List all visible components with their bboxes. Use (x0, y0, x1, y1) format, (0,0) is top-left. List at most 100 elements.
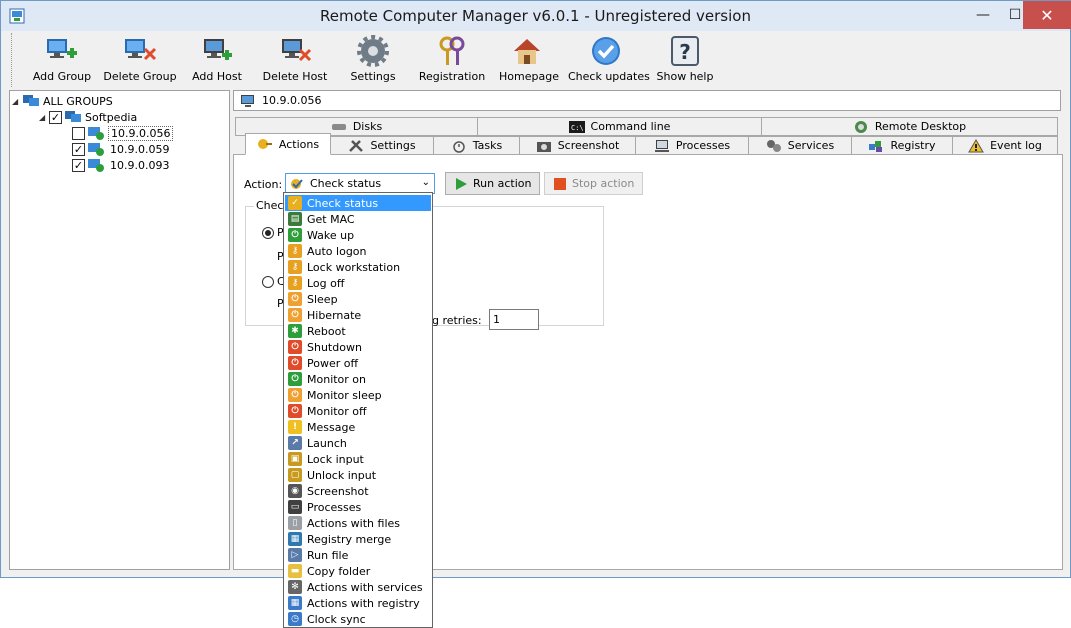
action-label: Action: (244, 178, 283, 191)
dropdown-option[interactable]: ▬ Copy folder (285, 563, 431, 579)
tab-command-line[interactable]: C:\ Command line (477, 117, 762, 136)
dropdown-option[interactable]: ◉ Screenshot (285, 483, 431, 499)
dropdown-option[interactable]: ✓ Check status (285, 195, 431, 211)
tree-root-item[interactable]: ◢ ALL GROUPS (12, 93, 113, 109)
add-group-label: Add Group (32, 70, 92, 83)
action-select[interactable]: Check status ⌄ (285, 173, 435, 194)
tab-processes[interactable]: Processes (635, 136, 749, 155)
run-action-button[interactable]: Run action (445, 172, 541, 195)
connect-radio[interactable] (262, 276, 274, 288)
tree-group-label: Softpedia (85, 110, 138, 124)
add-group-button[interactable]: Add Group (32, 35, 92, 87)
add-host-icon (204, 39, 232, 60)
delete-host-button[interactable]: Delete Host (262, 35, 328, 87)
dropdown-option-label: Auto logon (307, 244, 367, 258)
stop-action-button[interactable]: Stop action (544, 172, 644, 195)
tree-host-item[interactable]: 10.9.0.056 (72, 125, 174, 141)
lock-icon: ▣ (288, 452, 302, 466)
tab-settings[interactable]: Settings (330, 136, 434, 155)
dropdown-option-label: Check status (307, 196, 379, 210)
show-help-button[interactable]: ? Show help (656, 35, 714, 87)
delete-group-button[interactable]: Delete Group (103, 35, 177, 87)
host-checkbox[interactable]: ✓ (72, 142, 85, 156)
tab-tasks[interactable]: Tasks (433, 136, 520, 155)
remote-desktop-icon (854, 120, 867, 133)
play-icon (456, 177, 467, 190)
registration-button[interactable]: Registration (416, 35, 488, 87)
dropdown-option[interactable]: ⏻ Monitor off (285, 403, 431, 419)
dropdown-option[interactable]: ▣ Lock input (285, 451, 431, 467)
tab-services[interactable]: Services (748, 136, 852, 155)
dropdown-option-label: Screenshot (307, 484, 369, 498)
check-updates-button[interactable]: Check updates (568, 35, 650, 87)
file-icon: ▯ (288, 516, 302, 530)
dropdown-option-label: Log off (307, 276, 345, 290)
dropdown-option[interactable]: ✱ Reboot (285, 323, 431, 339)
processes-icon: ▭ (288, 500, 302, 514)
dropdown-option[interactable]: ⏻ Monitor on (285, 371, 431, 387)
add-host-button[interactable]: Add Host (190, 35, 244, 87)
gears-icon (766, 139, 781, 152)
tree-group-item[interactable]: ◢ ✓ Softpedia (39, 109, 137, 125)
dropdown-option[interactable]: ! Message (285, 419, 431, 435)
dropdown-option[interactable]: ⏻ Wake up (285, 227, 431, 243)
tab-remote-desktop[interactable]: Remote Desktop (761, 117, 1058, 136)
close-button[interactable]: ✕ (1023, 1, 1071, 29)
tab-actions[interactable]: Actions (245, 133, 331, 155)
homepage-button[interactable]: Homepage (499, 35, 559, 87)
retries-input[interactable]: 1 (489, 309, 539, 330)
dropdown-option[interactable]: ▢ Unlock input (285, 467, 431, 483)
run-action-label: Run action (473, 177, 532, 190)
dropdown-option[interactable]: ◷ Clock sync (285, 611, 431, 627)
power-icon: ⏻ (288, 388, 302, 402)
tree-host-item[interactable]: ✓ 10.9.0.093 (72, 157, 169, 173)
collapse-icon[interactable]: ◢ (39, 113, 49, 122)
dropdown-option[interactable]: ▷ Run file (285, 547, 431, 563)
processes-icon (654, 139, 669, 152)
dropdown-option[interactable]: ⚷ Lock workstation (285, 259, 431, 275)
delete-host-label: Delete Host (262, 70, 328, 83)
host-checkbox[interactable]: ✓ (72, 158, 85, 172)
tab-registry[interactable]: Registry (851, 136, 953, 155)
tab-label: Event log (990, 139, 1042, 152)
dropdown-option[interactable]: ⏻ Shutdown (285, 339, 431, 355)
dropdown-option[interactable]: ⏻ Sleep (285, 291, 431, 307)
app-window: Remote Computer Manager v6.0.1 - Unregis… (0, 0, 1071, 578)
tab-label: Disks (352, 120, 383, 133)
settings-button[interactable]: Settings (348, 35, 398, 87)
group-checkbox[interactable]: ✓ (49, 110, 62, 124)
minimize-button[interactable]: — (967, 1, 999, 29)
dropdown-option[interactable]: ⏻ Hibernate (285, 307, 431, 323)
dropdown-option[interactable]: ↗ Launch (285, 435, 431, 451)
dropdown-option[interactable]: ▯ Actions with files (285, 515, 431, 531)
dropdown-option[interactable]: ▤ Get MAC (285, 211, 431, 227)
ping-radio[interactable] (262, 227, 274, 239)
tab-label: Tasks (472, 139, 503, 152)
host-checkbox[interactable] (72, 126, 85, 140)
tab-event-log[interactable]: Event log (952, 136, 1058, 155)
dropdown-option[interactable]: ▭ Processes (285, 499, 431, 515)
tree-root-label: ALL GROUPS (43, 94, 113, 108)
dropdown-option[interactable]: ⚷ Auto logon (285, 243, 431, 259)
dropdown-option[interactable]: ⚷ Log off (285, 275, 431, 291)
power-icon: ⏻ (288, 404, 302, 418)
home-icon (514, 39, 540, 64)
tab-screenshot[interactable]: Screenshot (519, 136, 636, 155)
tree-host-label: 10.9.0.056 (108, 125, 174, 141)
tree-host-item[interactable]: ✓ 10.9.0.059 (72, 141, 169, 157)
dropdown-option-label: Get MAC (307, 212, 355, 226)
tab-label: Remote Desktop (874, 120, 967, 133)
dropdown-option[interactable]: ✻ Actions with services (285, 579, 431, 595)
gear-icon (357, 35, 389, 67)
tab-label: Registry (890, 139, 936, 152)
collapse-icon[interactable]: ◢ (12, 97, 22, 106)
dropdown-option[interactable]: ⏻ Power off (285, 355, 431, 371)
dropdown-option[interactable]: ▦ Registry merge (285, 531, 431, 547)
dropdown-option[interactable]: ▦ Actions with registry (285, 595, 431, 611)
delete-group-icon (125, 39, 157, 61)
power-icon: ⏻ (288, 372, 302, 386)
check-circle-icon (592, 37, 620, 65)
unlock-icon: ▢ (288, 468, 302, 482)
tools-icon (349, 139, 364, 152)
dropdown-option[interactable]: ⏻ Monitor sleep (285, 387, 431, 403)
